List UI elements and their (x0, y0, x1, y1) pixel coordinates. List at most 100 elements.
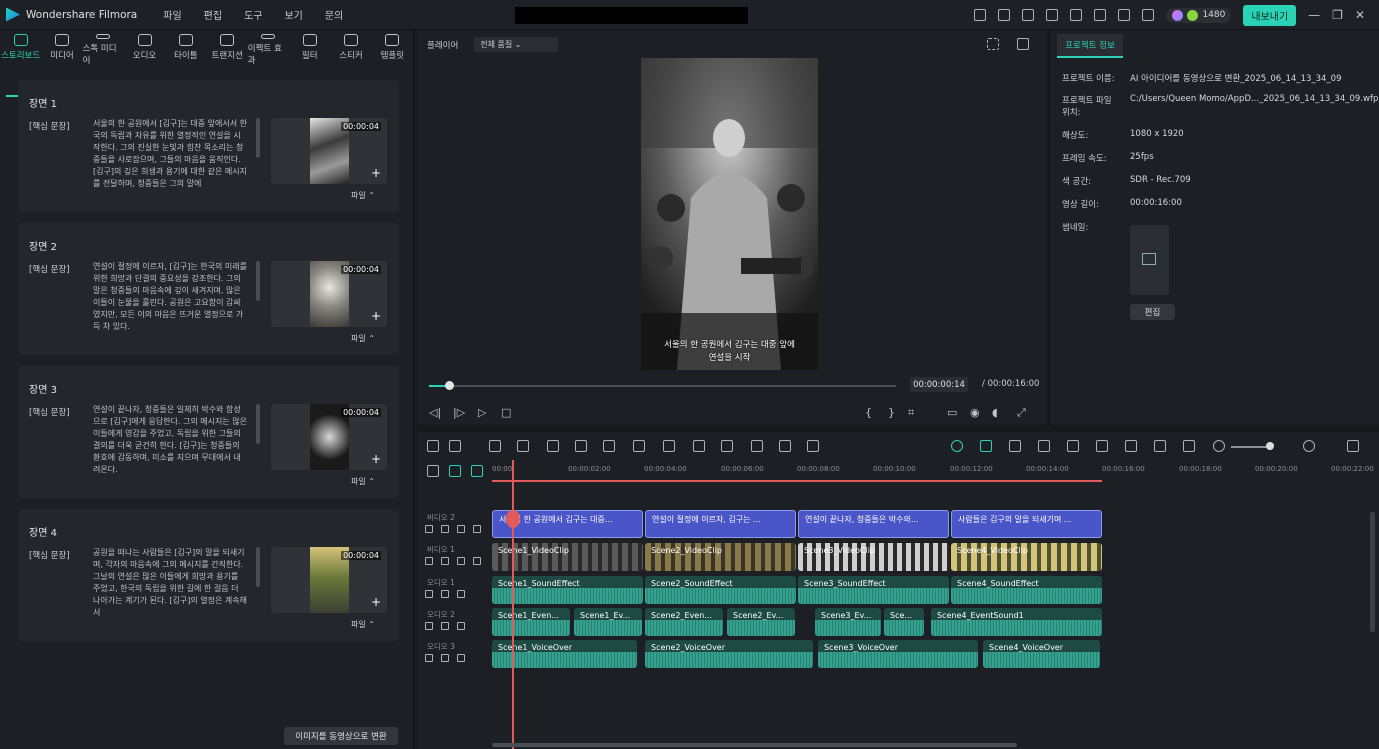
progress-knob[interactable] (445, 381, 454, 390)
redo-icon[interactable] (517, 440, 529, 452)
audio-clip[interactable]: Scene2_Ev... (727, 608, 795, 636)
quality-select[interactable]: 전체 품질 ⌄ (474, 37, 559, 52)
title-clip[interactable]: 사람들은 김구의 말을 되새기며 ... (951, 510, 1102, 538)
audio-clip[interactable]: Scene3_VoiceOver (818, 640, 978, 668)
video-clip[interactable]: Scene3_VideoClip (798, 543, 949, 571)
mark-in-icon[interactable]: { (865, 406, 872, 419)
snapshot-icon[interactable]: ◉ (970, 406, 980, 419)
scene-file-toggle[interactable]: 파일 ⌃ (351, 619, 375, 630)
menu-tools[interactable]: 도구 (244, 7, 262, 22)
convert-to-video-button[interactable]: 이미지를 동영상으로 변환 (284, 727, 398, 745)
audio-clip[interactable]: Scene2_Even... (645, 608, 723, 636)
add-icon[interactable]: + (371, 452, 381, 466)
subtitle-icon[interactable] (1125, 440, 1137, 452)
scene-thumbnail-box[interactable]: 00:00:04 + (271, 404, 387, 470)
audio-clip[interactable]: Scene1_Ev... (574, 608, 642, 636)
track-edit-icon[interactable] (473, 557, 481, 565)
audio-clip[interactable]: Scene4_VoiceOver (983, 640, 1100, 668)
volume-icon[interactable]: ◖ (992, 406, 998, 419)
project-thumbnail[interactable] (1130, 225, 1169, 295)
menu-file[interactable]: 파일 (163, 7, 181, 22)
display-icon[interactable]: ▭ (947, 406, 957, 419)
track-mute-icon[interactable] (441, 654, 449, 662)
audio-clip[interactable]: Scene2_SoundEffect (645, 576, 796, 604)
maximize-icon[interactable]: ❐ (1332, 8, 1343, 22)
title-clip[interactable]: 연설이 끝나자, 청중들은 박수와... (798, 510, 949, 538)
tab-titles[interactable]: 타이틀 (165, 34, 206, 66)
playhead[interactable] (512, 460, 514, 749)
keyframe-icon[interactable] (779, 440, 791, 452)
support-icon[interactable] (1118, 9, 1131, 21)
track-visibility-icon[interactable] (457, 525, 465, 533)
track-manage-icon[interactable] (471, 465, 483, 477)
audio-clip[interactable]: Scene3_Ev... (815, 608, 881, 636)
scene-text[interactable]: 연설이 끝나자, 청중들은 일제히 박수와 함성으로 [김구]에게 응답한다. … (93, 404, 248, 484)
gift-icon[interactable] (974, 9, 987, 21)
settings-icon[interactable] (1022, 9, 1035, 21)
track-mute-icon[interactable] (441, 557, 449, 565)
select-tool-icon[interactable] (449, 440, 461, 452)
scene-text[interactable]: 공원을 떠나는 사람들은 [김구]의 말을 되새기며, 각자의 마음속에 그의 … (93, 547, 248, 627)
close-icon[interactable]: ✕ (1355, 8, 1365, 22)
delete-icon[interactable] (547, 440, 559, 452)
time-ruler[interactable]: 00:00 00:00:02:00 00:00:04:00 00:00:06:0… (492, 460, 1379, 482)
timeline-vertical-scrollbar[interactable] (1370, 512, 1375, 632)
audio-clip[interactable]: Scene2_VoiceOver (645, 640, 813, 668)
tab-filters[interactable]: 필터 (289, 34, 330, 66)
account-icon[interactable] (1142, 9, 1155, 21)
text-icon[interactable] (633, 440, 645, 452)
zoom-in-icon[interactable] (1303, 440, 1315, 452)
scene-text[interactable]: 연설이 절정에 이르자, [김구]는 한국의 미래를 위한 희망과 단결의 중요… (93, 261, 248, 341)
scene-card[interactable]: 장면 4 [핵심 문장] 공원을 떠나는 사람들은 [김구]의 말을 되새기며,… (18, 509, 399, 641)
tab-project-info[interactable]: 프로젝트 정보 (1057, 34, 1123, 58)
track-lock-icon[interactable] (425, 590, 433, 598)
track-add-icon[interactable] (449, 465, 461, 477)
snap-icon[interactable] (980, 440, 992, 452)
image-insert-icon[interactable] (1154, 440, 1166, 452)
prev-frame-icon[interactable]: ◁| (429, 406, 441, 419)
track-mute-icon[interactable] (441, 622, 449, 630)
track-lock-icon[interactable] (425, 557, 433, 565)
edit-thumbnail-button[interactable]: 편집 (1130, 304, 1175, 320)
scene-file-toggle[interactable]: 파일 ⌃ (351, 476, 375, 487)
playback-progress[interactable] (429, 381, 896, 390)
track-lock-icon[interactable] (425, 654, 433, 662)
track-edit-icon[interactable] (457, 622, 465, 630)
minimize-icon[interactable]: — (1308, 8, 1320, 22)
link-icon[interactable] (427, 465, 439, 477)
add-icon[interactable]: + (371, 595, 381, 609)
tab-templates[interactable]: 템플릿 (372, 34, 413, 66)
ai-tool-icon[interactable] (721, 440, 733, 452)
stop-icon[interactable]: □ (501, 406, 511, 419)
zoom-slider[interactable] (1231, 446, 1271, 448)
track-visibility-icon[interactable] (457, 557, 465, 565)
shield-icon[interactable] (1067, 440, 1079, 452)
audio-clip[interactable]: Scene1_Even... (492, 608, 570, 636)
zoom-slider-knob[interactable] (1266, 442, 1274, 450)
tab-effects[interactable]: 이펙트 효과 (248, 34, 289, 66)
scene-file-toggle[interactable]: 파일 ⌃ (351, 190, 375, 201)
cloud-icon[interactable] (1094, 9, 1107, 21)
add-icon[interactable]: + (371, 309, 381, 323)
scene-thumbnail-box[interactable]: 00:00:04 + (271, 118, 387, 184)
audio-clip[interactable]: Scene4_SoundEffect (951, 576, 1102, 604)
crop-icon[interactable] (663, 440, 675, 452)
current-time[interactable]: 00:00:00:14 (910, 377, 968, 392)
zoom-out-icon[interactable] (1213, 440, 1225, 452)
audio-split-icon[interactable] (603, 440, 615, 452)
tab-stickers[interactable]: 스티커 (330, 34, 371, 66)
layout-icon[interactable] (427, 440, 439, 452)
scene-thumbnail-box[interactable]: 00:00:04 + (271, 547, 387, 613)
render-icon[interactable] (951, 440, 963, 452)
auto-ripple-icon[interactable] (1009, 440, 1021, 452)
menu-edit[interactable]: 편집 (204, 7, 222, 22)
audio-clip[interactable]: Scene1_SoundEffect (492, 576, 643, 604)
play-frame-icon[interactable]: |▷ (453, 406, 465, 419)
credits-badge[interactable]: 1480 (1166, 7, 1232, 23)
scene-card[interactable]: 장면 1 [핵심 문장] 서울의 한 공원에서 [김구]는 대중 앞에서서 한국… (18, 80, 399, 212)
audio-clip[interactable]: Sce... (884, 608, 924, 636)
tab-stock-media[interactable]: 스톡 미디어 (83, 34, 124, 66)
undo-icon[interactable] (489, 440, 501, 452)
add-marker-icon[interactable] (751, 440, 763, 452)
track-edit-icon[interactable] (473, 525, 481, 533)
